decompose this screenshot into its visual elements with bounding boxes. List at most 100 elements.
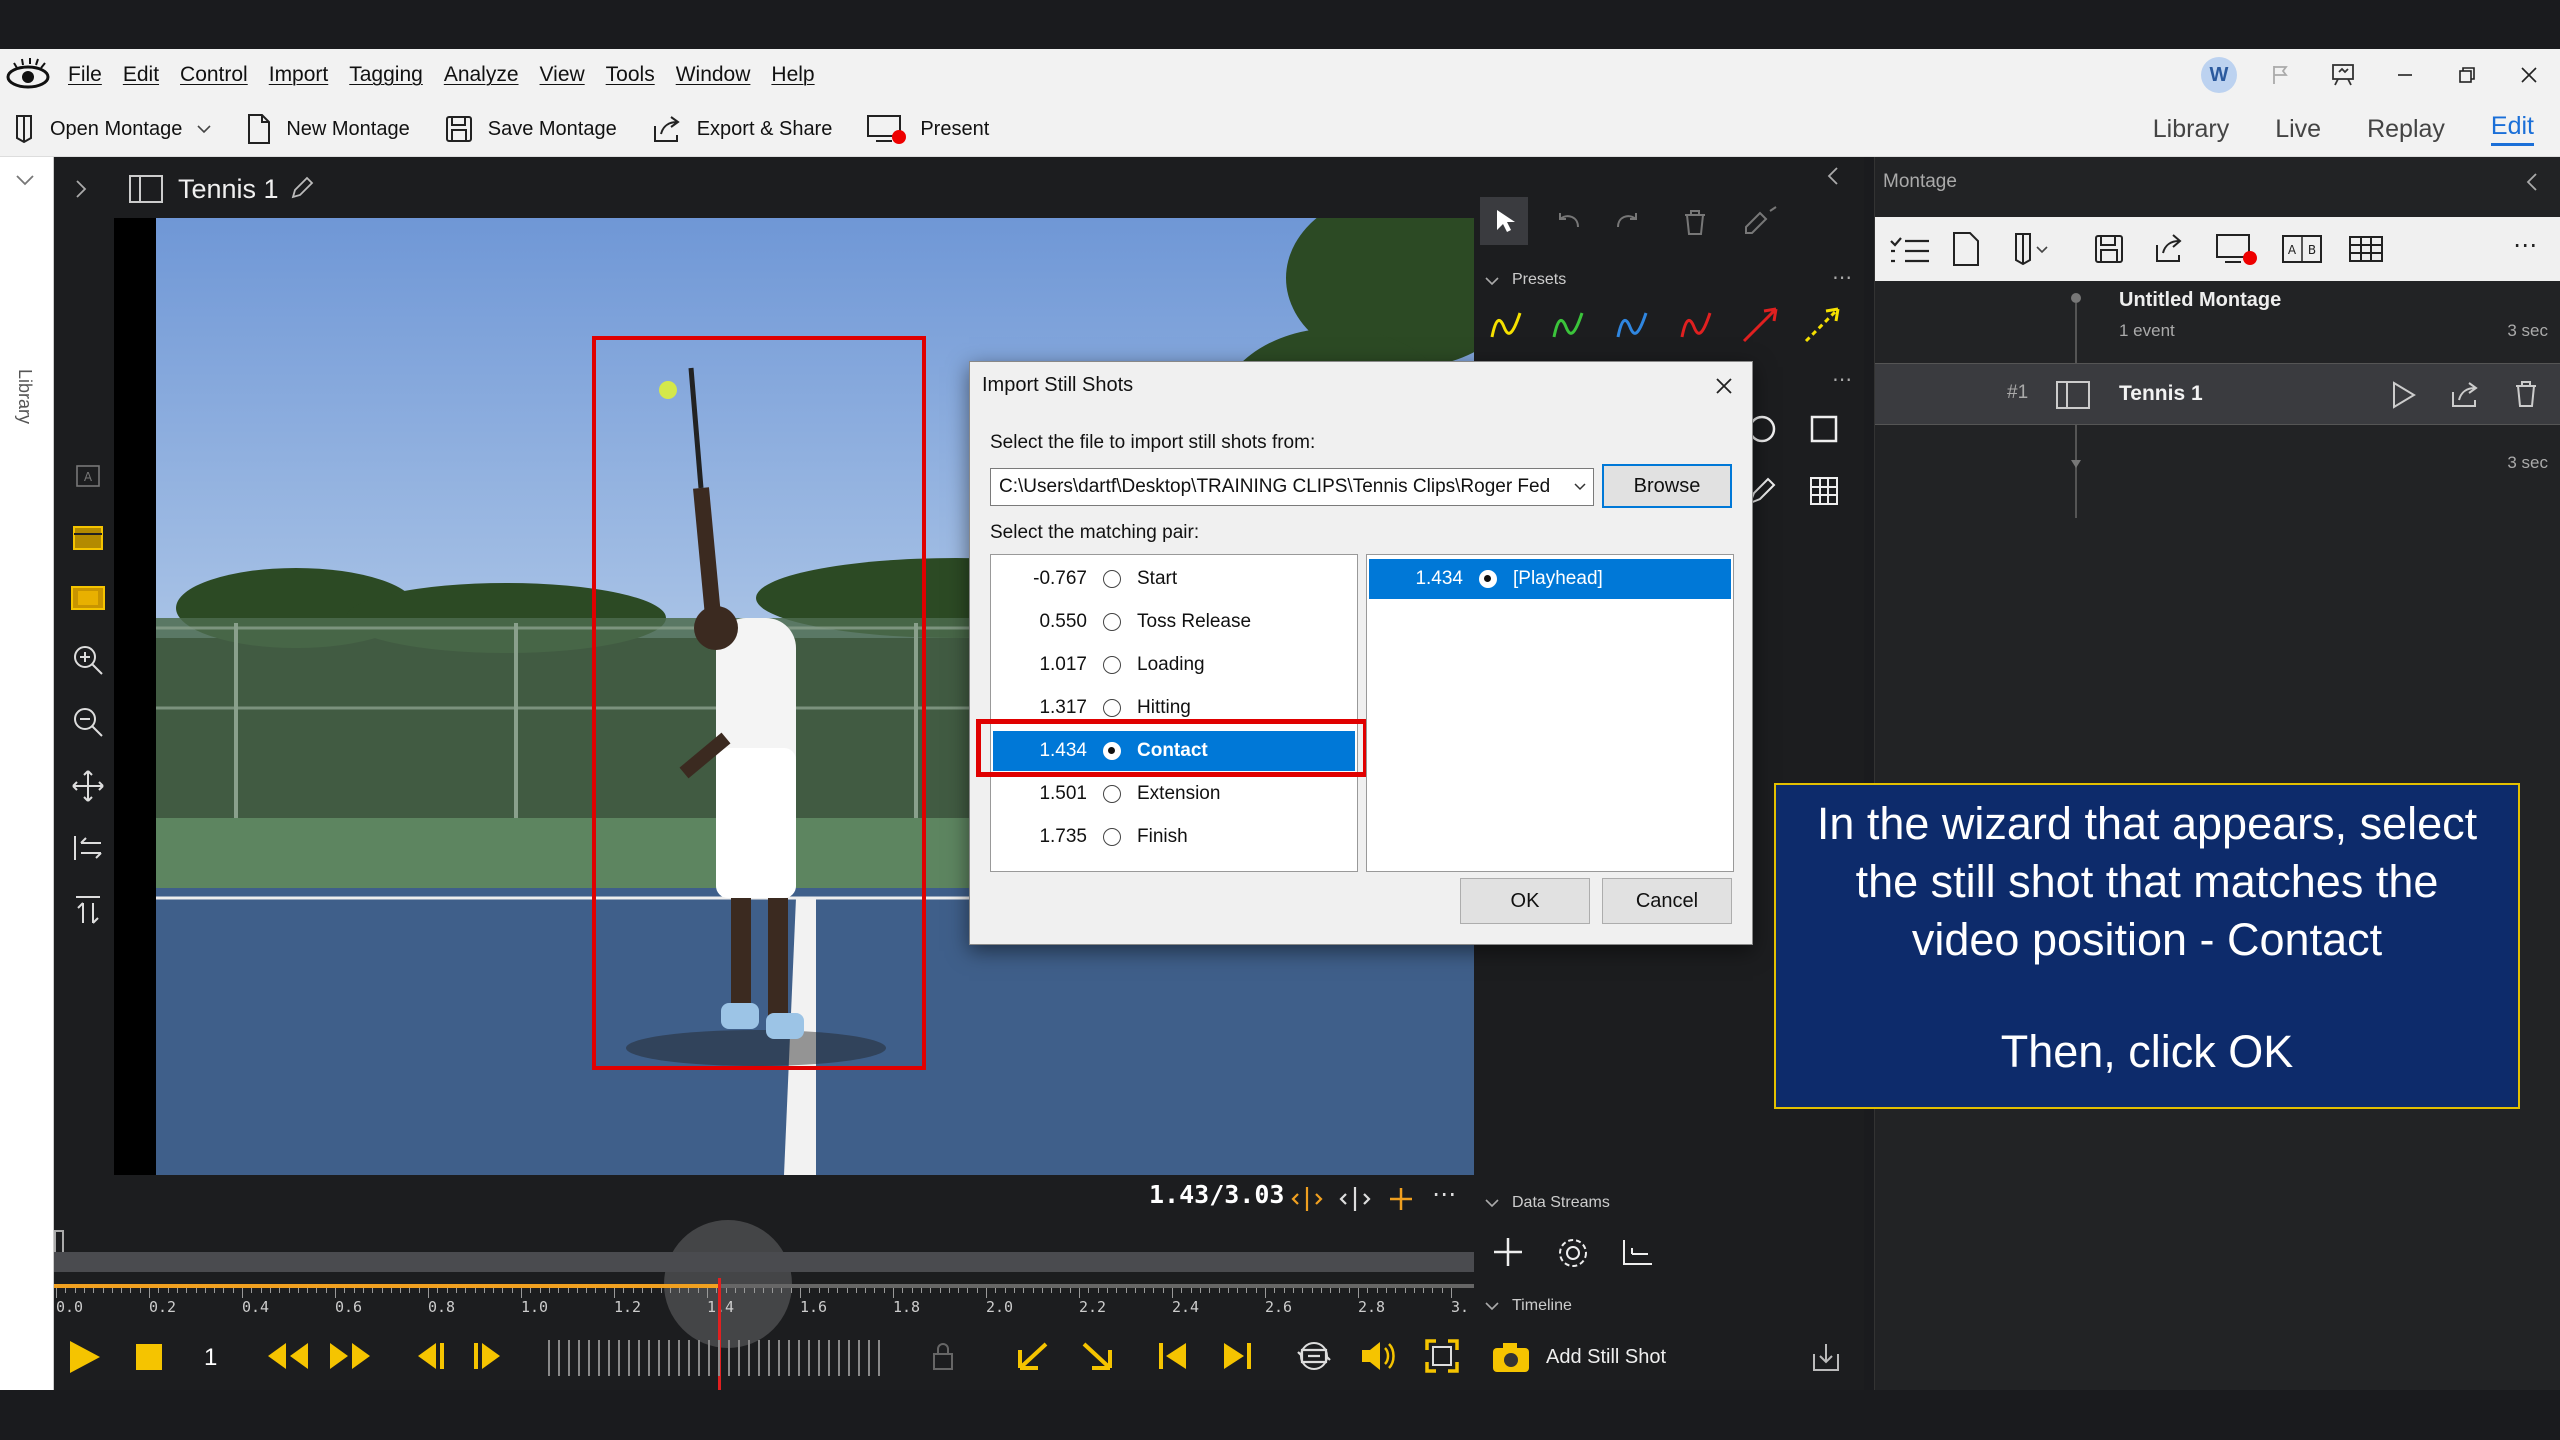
play-icon[interactable]: [2389, 380, 2417, 410]
menu-file[interactable]: File: [68, 63, 102, 87]
user-avatar[interactable]: W: [2188, 49, 2250, 101]
radio-button[interactable]: [1103, 699, 1121, 717]
axis-chart-icon[interactable]: [1618, 1236, 1656, 1270]
preset-yellow-dashed-arrow-icon[interactable]: [1802, 303, 1844, 345]
present-icon[interactable]: [2215, 231, 2259, 267]
menu-tagging[interactable]: Tagging: [349, 63, 423, 87]
menu-window[interactable]: Window: [676, 63, 751, 87]
fullscreen-icon[interactable]: [1424, 1338, 1460, 1374]
montage-item[interactable]: #1 Tennis 1: [1875, 363, 2560, 425]
shapes-more-icon[interactable]: ⋯: [1832, 367, 1852, 392]
feedback-icon[interactable]: [2312, 49, 2374, 101]
gear-icon[interactable]: [1556, 1236, 1590, 1270]
jog-wheel[interactable]: [548, 1340, 888, 1376]
list-item-selected[interactable]: 1.434 [Playhead]: [1369, 559, 1731, 599]
step-forward-icon[interactable]: [472, 1340, 508, 1372]
grid-layout-icon[interactable]: [2347, 233, 2385, 265]
menu-tools[interactable]: Tools: [606, 63, 655, 87]
close-icon[interactable]: [1704, 366, 1744, 406]
trash-icon[interactable]: [2511, 378, 2541, 410]
add-stream-icon[interactable]: [1490, 1234, 1526, 1270]
select-tool-icon[interactable]: [1480, 197, 1528, 245]
menu-edit[interactable]: Edit: [123, 63, 159, 87]
preset-yellow-curve-icon[interactable]: [1488, 307, 1524, 343]
step-back-icon[interactable]: [410, 1340, 446, 1372]
ok-button[interactable]: OK: [1460, 878, 1590, 924]
preset-green-curve-icon[interactable]: [1550, 307, 1586, 343]
zoom-out-icon[interactable]: [68, 702, 108, 742]
tab-library[interactable]: Library: [2153, 115, 2229, 144]
save-montage-button[interactable]: Save Montage: [444, 114, 617, 144]
menu-import[interactable]: Import: [269, 63, 329, 87]
undo-icon[interactable]: [1552, 209, 1582, 235]
frame-yellow-icon[interactable]: [68, 518, 108, 558]
preset-red-arrow-icon[interactable]: [1740, 303, 1782, 345]
list-item[interactable]: -0.767 Start: [993, 559, 1355, 599]
stop-icon[interactable]: [134, 1342, 164, 1372]
flip-vertical-icon[interactable]: [68, 890, 108, 930]
minimize-button[interactable]: [2374, 49, 2436, 101]
volume-icon[interactable]: [1358, 1338, 1398, 1374]
list-item[interactable]: 1.017 Loading: [993, 645, 1355, 685]
close-window-button[interactable]: [2498, 49, 2560, 101]
move-icon[interactable]: [68, 766, 108, 806]
menu-analyze[interactable]: Analyze: [444, 63, 519, 87]
export-share-button[interactable]: Export & Share: [651, 114, 832, 144]
rewind-icon[interactable]: [266, 1340, 310, 1372]
chevron-down-icon[interactable]: [1484, 1300, 1500, 1312]
browse-button[interactable]: Browse: [1602, 464, 1732, 508]
eraser-icon[interactable]: [1740, 205, 1780, 239]
menu-control[interactable]: Control: [180, 63, 248, 87]
save-icon[interactable]: [2093, 233, 2125, 265]
tab-replay[interactable]: Replay: [2367, 115, 2445, 144]
chevron-down-icon[interactable]: [14, 173, 36, 187]
export-frame-icon[interactable]: [1810, 1340, 1842, 1374]
go-to-out-icon[interactable]: [1078, 1338, 1118, 1374]
radio-button[interactable]: [1479, 570, 1497, 588]
cancel-button[interactable]: Cancel: [1602, 878, 1732, 924]
flip-horizontal-icon[interactable]: [68, 828, 108, 868]
add-still-shot-button[interactable]: Add Still Shot: [1490, 1338, 1666, 1376]
skip-start-icon[interactable]: [1156, 1340, 1190, 1372]
radio-button[interactable]: [1103, 785, 1121, 803]
trash-icon[interactable]: [1680, 207, 1710, 237]
radio-button[interactable]: [1103, 828, 1121, 846]
share-icon[interactable]: [2449, 380, 2481, 410]
chevron-left-icon[interactable]: [1826, 165, 1840, 187]
preset-blue-curve-icon[interactable]: [1614, 307, 1650, 343]
share-icon[interactable]: [2153, 231, 2187, 265]
file-path-combo[interactable]: C:\Users\dartf\Desktop\TRAINING CLIPS\Te…: [990, 468, 1594, 506]
tab-edit[interactable]: Edit: [2490, 112, 2534, 146]
zoom-in-icon[interactable]: [68, 640, 108, 680]
play-icon[interactable]: [66, 1338, 102, 1376]
radio-button[interactable]: [1103, 570, 1121, 588]
presets-more-icon[interactable]: ⋯: [1832, 265, 1852, 290]
playback-speed[interactable]: 1: [204, 1344, 217, 1372]
fast-forward-icon[interactable]: [328, 1340, 372, 1372]
rectangle-tool-icon[interactable]: [1808, 413, 1840, 445]
list-icon[interactable]: [1887, 233, 1931, 267]
montage-more-icon[interactable]: ⋯: [2513, 231, 2537, 260]
edit-pencil-icon[interactable]: [288, 174, 316, 202]
timeline-track[interactable]: [54, 1252, 1474, 1272]
chevron-left-icon[interactable]: [2525, 171, 2539, 193]
list-item[interactable]: 1.501 Extension: [993, 774, 1355, 814]
new-document-icon[interactable]: [1951, 231, 1981, 267]
open-montage-icon[interactable]: [2013, 231, 2053, 267]
video-position-list[interactable]: 1.434 [Playhead]: [1366, 554, 1734, 872]
loop-icon[interactable]: [1294, 1338, 1334, 1374]
film-frame-icon[interactable]: [68, 578, 108, 618]
scrub-start-handle[interactable]: [54, 1230, 64, 1254]
new-montage-button[interactable]: New Montage: [246, 113, 410, 145]
tab-live[interactable]: Live: [2275, 115, 2321, 144]
chevron-right-icon[interactable]: [74, 178, 88, 200]
ab-compare-icon[interactable]: AB: [2281, 233, 2323, 265]
menu-view[interactable]: View: [540, 63, 585, 87]
list-item[interactable]: 1.735 Finish: [993, 817, 1355, 857]
flag-icon[interactable]: [2250, 49, 2312, 101]
preset-red-curve-icon[interactable]: [1678, 307, 1714, 343]
chevron-down-icon[interactable]: [1484, 1197, 1500, 1209]
library-tab-label[interactable]: Library: [14, 369, 35, 424]
redo-icon[interactable]: [1614, 209, 1644, 235]
lock-icon[interactable]: [930, 1340, 956, 1372]
